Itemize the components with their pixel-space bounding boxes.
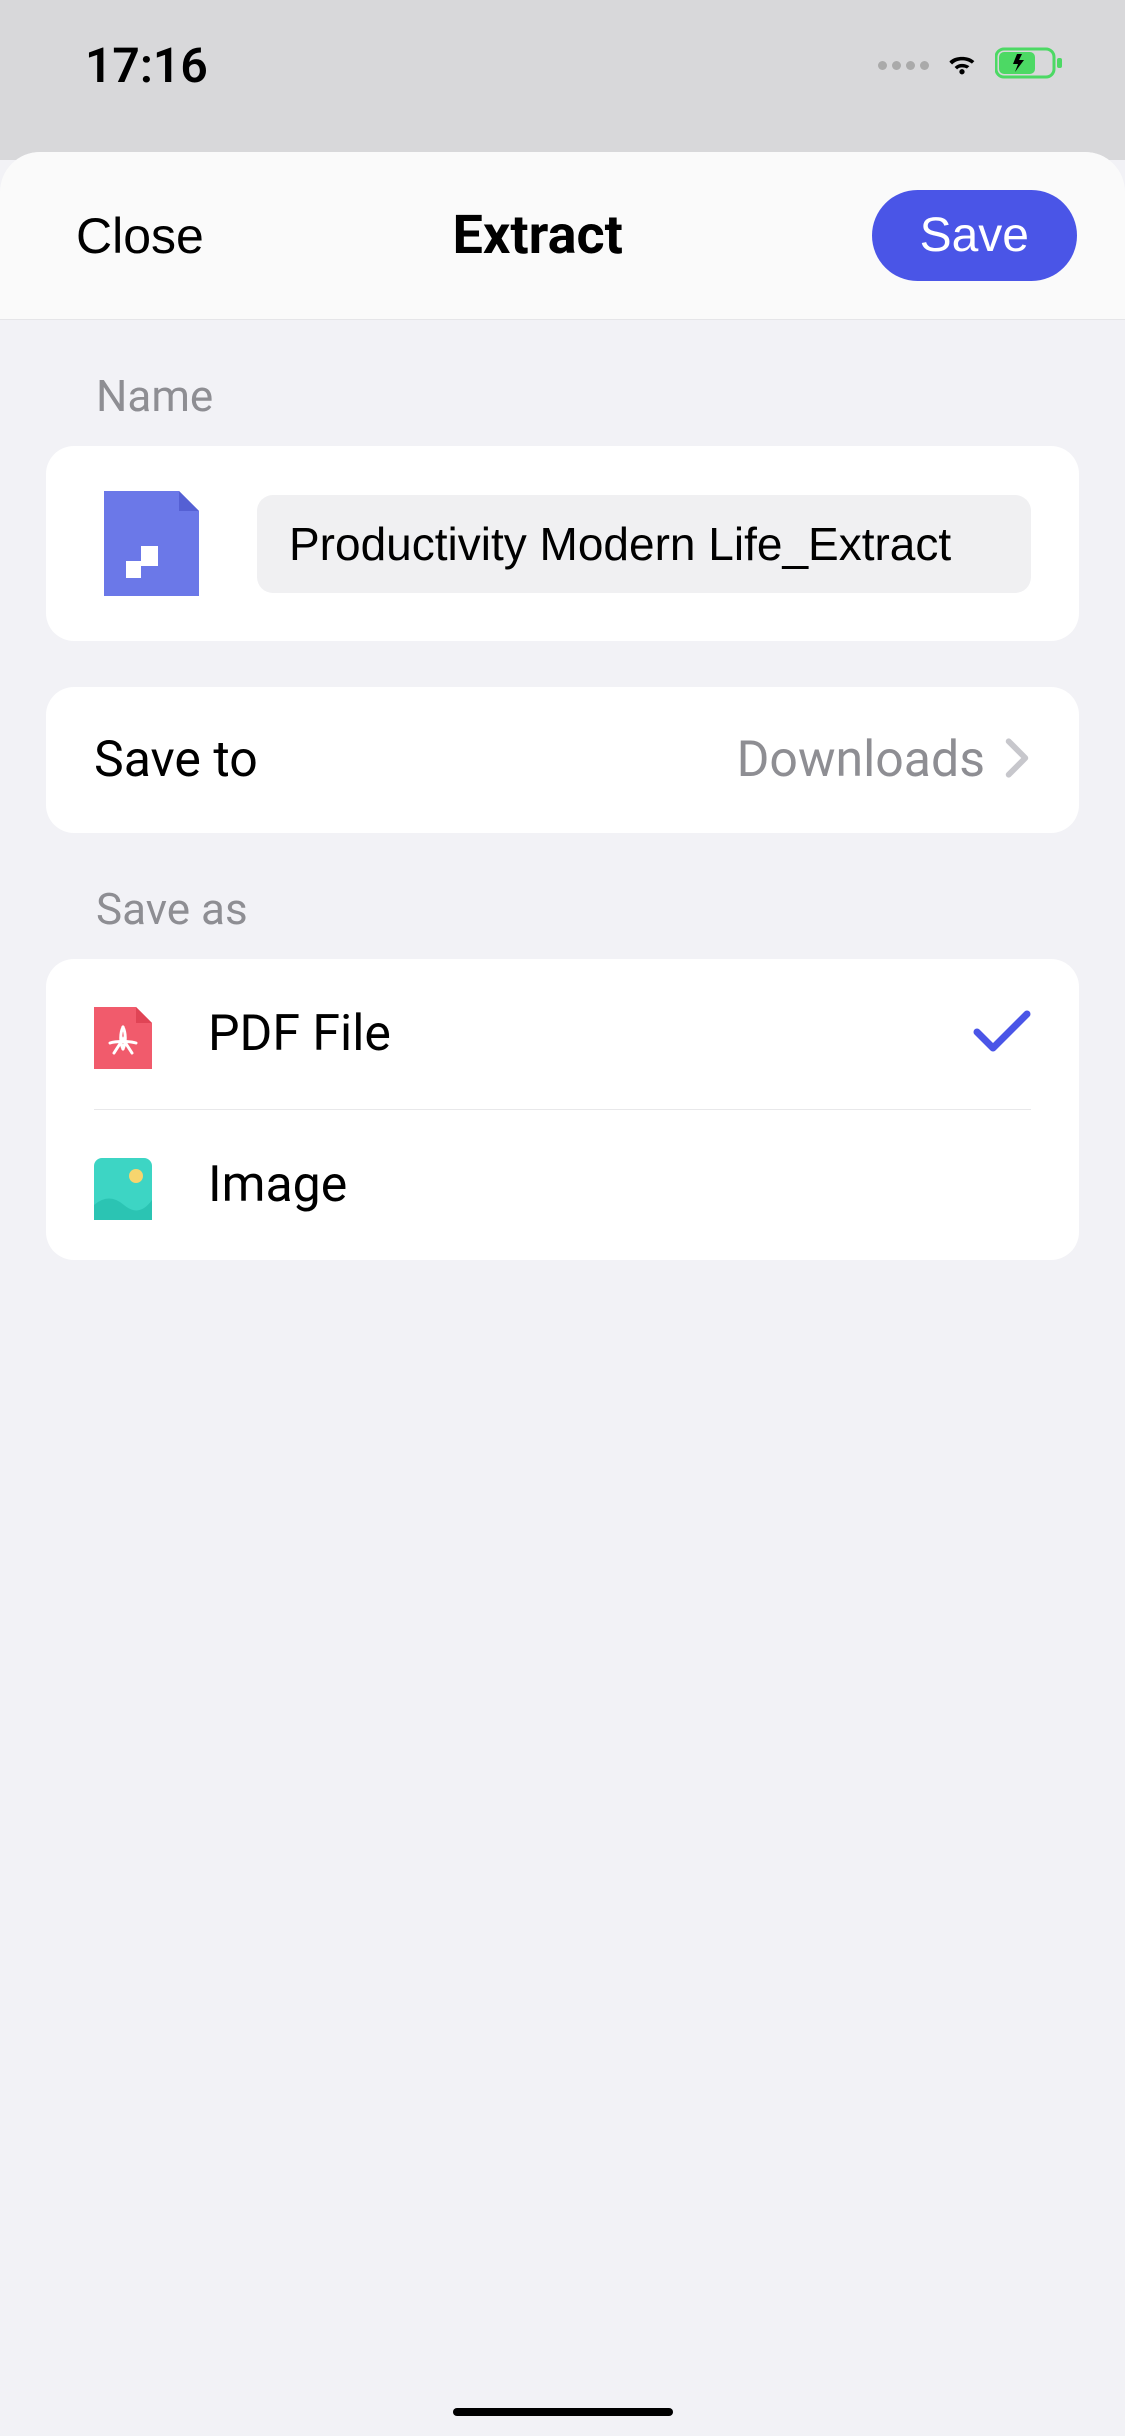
home-indicator[interactable] <box>453 2408 673 2416</box>
save-as-card: PDF File Image <box>46 959 1079 1260</box>
save-as-section-label: Save as <box>46 873 1079 959</box>
save-as-option-image[interactable]: Image <box>94 1109 1031 1260</box>
save-as-option-pdf[interactable]: PDF File <box>94 959 1031 1109</box>
status-bar: 17:16 <box>0 0 1125 130</box>
save-as-option-label: PDF File <box>208 1005 917 1063</box>
filename-input[interactable] <box>289 517 999 571</box>
save-to-value-wrap: Downloads <box>737 731 1031 789</box>
document-icon <box>94 486 209 601</box>
image-file-icon <box>94 1150 152 1220</box>
save-button[interactable]: Save <box>872 190 1077 281</box>
battery-charging-icon <box>995 46 1065 84</box>
sheet-header: Close Extract Save <box>0 152 1125 320</box>
sheet-content: Name Save to Downloads <box>0 320 1125 1300</box>
save-to-row[interactable]: Save to Downloads <box>46 687 1079 833</box>
close-button[interactable]: Close <box>76 207 204 265</box>
status-time: 17:16 <box>85 37 208 94</box>
cellular-dots-icon <box>878 61 929 70</box>
filename-input-wrap[interactable] <box>257 495 1031 593</box>
wifi-icon <box>941 42 983 88</box>
name-card <box>46 446 1079 641</box>
pdf-file-icon <box>94 999 152 1069</box>
save-as-option-label: Image <box>208 1156 1031 1214</box>
checkmark-icon <box>973 1010 1031 1058</box>
extract-sheet: Close Extract Save Name Save to Do <box>0 152 1125 2436</box>
chevron-right-icon <box>1003 738 1031 782</box>
save-to-value: Downloads <box>737 731 985 789</box>
name-section-label: Name <box>46 360 1079 446</box>
status-icons <box>878 42 1065 88</box>
save-as-section: Save as <box>46 873 1079 1260</box>
sheet-title: Extract <box>453 204 623 267</box>
save-to-label: Save to <box>94 731 258 789</box>
